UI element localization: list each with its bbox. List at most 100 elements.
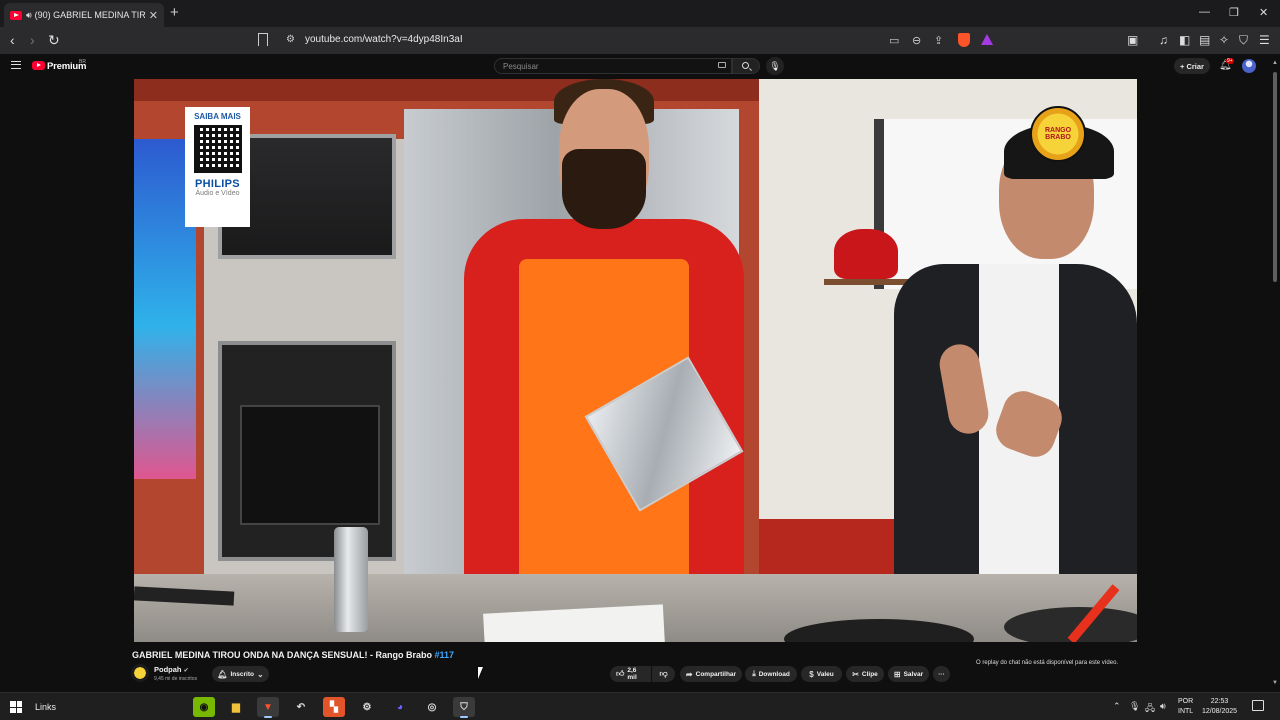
save-button[interactable]: ⊞ Salvar <box>888 666 929 682</box>
show-logo-badge: RANGO BRABO <box>1030 106 1086 162</box>
network-icon[interactable]: 🖧 <box>1145 701 1155 717</box>
sponsor-subtitle: Áudio e Vídeo <box>195 190 240 197</box>
start-windows-icon[interactable] <box>10 701 22 713</box>
minimize-button[interactable]: — <box>1199 6 1210 18</box>
chevron-down-icon: ⌄ <box>256 669 264 679</box>
brave-rewards-icon[interactable] <box>981 34 993 45</box>
scroll-down-icon[interactable]: ▼ <box>1272 680 1278 686</box>
subscribed-button[interactable]: 🔔︎ Inscrito ⌄ <box>212 666 269 682</box>
links-toolbar[interactable]: Links <box>35 702 56 712</box>
search-icon <box>742 62 749 69</box>
save-label: Salvar <box>903 670 924 678</box>
scene-oven <box>218 341 396 561</box>
clip-label: Clipe <box>861 670 878 678</box>
scene-kettle <box>834 229 898 279</box>
voice-search-icon[interactable]: 🎙︎ <box>766 57 784 75</box>
share-arrow-icon: ➦ <box>685 669 693 679</box>
share-icon[interactable]: ⇪ <box>934 34 943 47</box>
clip-button[interactable]: ✂ Clipe <box>846 666 884 682</box>
close-tab-icon[interactable]: ✕ <box>149 9 158 22</box>
video-title: GABRIEL MEDINA TIROU ONDA NA DANÇA SENSU… <box>132 650 454 660</box>
dislike-button[interactable]: 👎︎ <box>652 666 675 682</box>
plus-icon: + <box>1180 61 1185 71</box>
page-scrollbar[interactable]: ▲ ▼ <box>1272 60 1278 690</box>
shield-app-icon[interactable]: ⛉ <box>453 697 475 718</box>
like-button[interactable]: 👍︎ 2,6 mil <box>610 666 651 682</box>
forward-button[interactable]: › <box>30 32 35 48</box>
scrollbar-thumb[interactable] <box>1273 72 1277 282</box>
keyboard-layout: INTL <box>1178 708 1194 715</box>
bookmark-icon[interactable] <box>258 33 268 46</box>
nvidia-app-icon[interactable]: ◉ <box>193 697 215 717</box>
obs-icon[interactable]: ◎ <box>421 697 443 717</box>
more-icon: ··· <box>938 670 945 678</box>
download-button[interactable]: ⤓ Download <box>745 666 797 682</box>
url-field[interactable]: youtube.com/watch?v=4dyp48In3aI <box>305 34 463 45</box>
create-button[interactable]: + Criar <box>1174 58 1210 74</box>
more-actions-button[interactable]: ··· <box>933 666 950 682</box>
brave-browser-icon[interactable]: ▼ <box>257 697 279 718</box>
guide-menu-icon[interactable] <box>11 61 21 69</box>
thanks-button[interactable]: $ Valeu <box>801 666 842 682</box>
site-info-icon[interactable]: ⚙ <box>286 34 295 45</box>
channel-avatar[interactable] <box>131 664 149 682</box>
leo-ai-icon[interactable]: ✧ <box>1219 33 1229 47</box>
close-window-button[interactable]: ✕ <box>1259 6 1268 19</box>
vpn-icon[interactable]: ⛉ <box>1239 33 1248 48</box>
back-button[interactable]: ‹ <box>10 32 15 48</box>
region-code: BR <box>79 59 86 65</box>
save-playlist-icon: ⊞ <box>893 669 901 679</box>
zoom-icon[interactable]: ⊖ <box>912 34 921 47</box>
wallet-icon[interactable]: ▤ <box>1199 33 1210 47</box>
youtube-favicon-icon <box>10 10 22 20</box>
search-input[interactable]: Pesquisar <box>494 58 732 74</box>
sponsor-brand: PHILIPS <box>195 178 240 190</box>
steam-icon[interactable]: ⚙ <box>356 697 378 717</box>
scissors-icon: ✂ <box>852 669 859 679</box>
clock-time: 22:53 <box>1210 698 1229 705</box>
search-button[interactable] <box>732 58 760 74</box>
browser-tab-strip: 🔊︎ (90) GABRIEL MEDINA TIROU ✕ + — ❐ ✕ <box>0 0 1280 27</box>
input-language[interactable]: POR INTL <box>1178 697 1193 717</box>
system-clock[interactable]: 22:53 12/08/2025 <box>1202 697 1237 717</box>
brave-shields-icon[interactable] <box>958 33 970 47</box>
share-button[interactable]: ➦ Compartilhar <box>680 666 742 682</box>
browser-tab[interactable]: 🔊︎ (90) GABRIEL MEDINA TIROU ✕ <box>4 3 164 27</box>
address-bar: ‹ › ↻ ⚙ youtube.com/watch?v=4dyp48In3aI … <box>0 27 1280 54</box>
new-tab-button[interactable]: + <box>170 4 179 21</box>
language-code: POR <box>1178 698 1194 705</box>
image-editor-icon[interactable]: ▚ <box>323 697 345 717</box>
notifications-badge: 9+ <box>1226 58 1234 64</box>
like-count: 2,6 mil <box>627 667 637 681</box>
reading-panel-icon[interactable]: ◧ <box>1179 33 1190 47</box>
create-label: Criar <box>1186 61 1204 71</box>
volume-icon[interactable]: 🔊︎ <box>1160 701 1166 712</box>
video-player[interactable]: SAIBA MAIS PHILIPS Áudio e Vídeo RANGO B… <box>134 79 1137 642</box>
channel-name[interactable]: Podpah ✔ <box>154 665 189 674</box>
microphone-icon[interactable]: 🎙︎ <box>1129 701 1140 712</box>
video-hashtag[interactable]: #117 <box>435 650 455 660</box>
qr-code-icon <box>193 125 242 173</box>
media-icon[interactable]: ♫ <box>1159 33 1168 47</box>
keyboard-icon[interactable] <box>718 62 726 68</box>
scroll-up-icon[interactable]: ▲ <box>1272 60 1278 66</box>
sidebar-icon[interactable]: ▣ <box>1127 33 1138 47</box>
file-explorer-icon[interactable]: ▆ <box>225 697 247 717</box>
discord-icon[interactable]: ◕ <box>389 697 411 717</box>
show-hidden-icons-icon[interactable]: ⌃ <box>1113 701 1121 712</box>
notification-center-icon[interactable] <box>1252 700 1264 711</box>
subscribed-label: Inscrito <box>230 670 254 678</box>
chat-replay-notice: O replay do chat não está disponível par… <box>976 660 1119 666</box>
youtube-logo-icon[interactable] <box>32 61 45 70</box>
qr-card-heading: SAIBA MAIS <box>194 112 241 121</box>
menu-icon[interactable]: ☰ <box>1259 33 1270 47</box>
cast-icon[interactable]: ▭ <box>889 34 899 47</box>
thanks-icon: $ <box>809 669 814 679</box>
maximize-button[interactable]: ❐ <box>1229 6 1239 19</box>
sponsor-qr-card[interactable]: SAIBA MAIS PHILIPS Áudio e Vídeo <box>185 107 250 227</box>
reload-button[interactable]: ↻ <box>48 32 60 49</box>
back-arrow-app-icon[interactable]: ↶ <box>290 697 312 717</box>
share-label: Compartilhar <box>695 670 737 678</box>
audio-playing-icon[interactable]: 🔊︎ <box>26 10 32 21</box>
account-avatar[interactable] <box>1242 59 1256 73</box>
